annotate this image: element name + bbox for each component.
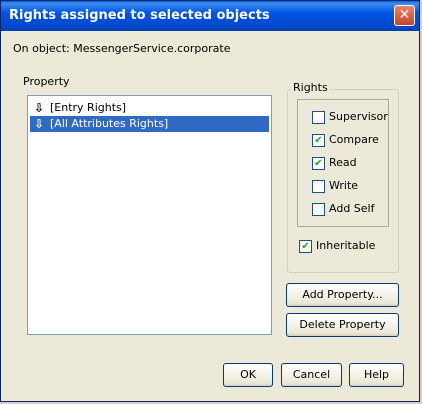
close-icon: ✕ bbox=[398, 7, 411, 23]
delete-property-button[interactable]: Delete Property bbox=[286, 313, 399, 337]
checkbox-label: Write bbox=[329, 179, 359, 192]
close-button[interactable]: ✕ bbox=[394, 5, 415, 26]
add-property-button[interactable]: Add Property... bbox=[286, 283, 399, 307]
ok-button[interactable]: OK bbox=[223, 363, 273, 387]
checkbox-box[interactable] bbox=[312, 180, 325, 193]
check-icon[interactable]: ✔ bbox=[299, 240, 312, 253]
check-icon[interactable]: ✔ bbox=[312, 157, 325, 170]
window-title: Rights assigned to selected objects bbox=[9, 8, 270, 23]
list-item-label: [All Attributes Rights] bbox=[50, 117, 169, 130]
down-arrow-icon: ⇩ bbox=[34, 117, 45, 131]
property-label: Property bbox=[23, 75, 70, 88]
checkbox-label: Read bbox=[329, 156, 357, 169]
list-item[interactable]: ⇩ [Entry Rights] bbox=[30, 100, 269, 116]
list-item-label: [Entry Rights] bbox=[50, 101, 127, 114]
dialog-window: Rights assigned to selected objects ✕ On… bbox=[0, 0, 420, 402]
checkbox-label: Supervisor bbox=[329, 110, 388, 123]
list-item[interactable]: ⇩ [All Attributes Rights] bbox=[30, 116, 269, 132]
checkbox-box[interactable] bbox=[312, 111, 325, 124]
cancel-button[interactable]: Cancel bbox=[281, 363, 342, 387]
rights-checkbox-box: Supervisor ✔ Compare ✔ Read Write Add Se… bbox=[297, 99, 389, 227]
help-button[interactable]: Help bbox=[349, 363, 404, 387]
checkbox-box[interactable] bbox=[312, 203, 325, 216]
checkbox-label: Inheritable bbox=[316, 239, 376, 252]
down-arrow-icon: ⇩ bbox=[34, 101, 45, 115]
object-label: On object: MessengerService.corporate bbox=[13, 42, 231, 55]
rights-group-label: Rights bbox=[291, 81, 330, 94]
checkbox-label: Add Self bbox=[329, 202, 375, 215]
title-bar[interactable]: Rights assigned to selected objects ✕ bbox=[1, 1, 419, 31]
checkbox-label: Compare bbox=[329, 133, 379, 146]
check-icon[interactable]: ✔ bbox=[312, 134, 325, 147]
property-list[interactable]: ⇩ [Entry Rights] ⇩ [All Attributes Right… bbox=[27, 95, 272, 335]
